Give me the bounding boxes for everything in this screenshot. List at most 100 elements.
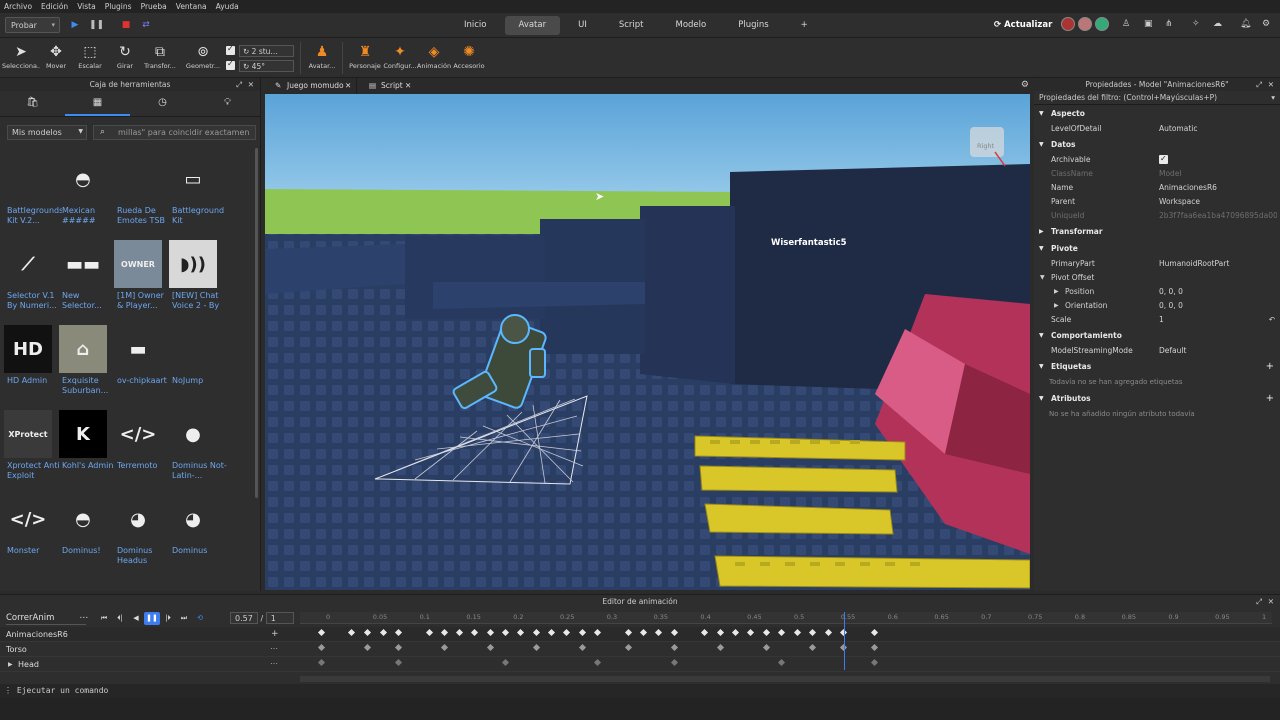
menu-archivo[interactable]: Archivo — [4, 2, 32, 11]
tool-character[interactable]: ♜ Personaje — [346, 42, 384, 70]
search-input[interactable]: ⌕ millas" para coincidir exactamen — [93, 125, 256, 140]
menu-ayuda[interactable]: Ayuda — [216, 2, 239, 11]
settings-icon[interactable]: ⚙ — [1262, 19, 1270, 29]
close-icon[interactable]: ✕ — [1268, 78, 1274, 91]
category-select[interactable]: Mis modelos ▼ — [7, 125, 87, 140]
tab-marketplace[interactable]: 🛍︎ — [0, 91, 65, 116]
next-frame-icon[interactable]: |⏵ — [160, 612, 176, 625]
prop-value[interactable]: 0, 0, 0 — [1159, 299, 1277, 313]
toolbox-item[interactable]: XProtect Xprotect Anti Exploit — [0, 410, 60, 490]
toolbox-item[interactable]: ◕ Dominus Headus — [110, 495, 165, 575]
add-tag-icon[interactable]: + — [1266, 358, 1274, 375]
category-pivote[interactable]: ▼ Pivote — [1034, 240, 1280, 257]
menu-prueba[interactable]: Prueba — [141, 2, 167, 11]
tool-select[interactable]: ➤ Selecciona... — [2, 42, 40, 70]
toolbox-item[interactable]: OWNER [1M] Owner & Player... — [110, 240, 165, 320]
tool-rotate[interactable]: ↻ Girar — [106, 42, 144, 70]
more-icon[interactable]: ⋯ — [270, 657, 278, 670]
prop-pivot-offset[interactable]: ▼ Pivot Offset — [1034, 271, 1280, 285]
chat-icon[interactable]: ▣ — [1144, 19, 1153, 29]
toolbox-item[interactable]: ▬▬ New Selector... — [55, 240, 110, 320]
cloud-icon[interactable]: ☁ — [1213, 19, 1222, 29]
angle-snap-checkbox[interactable] — [226, 59, 235, 70]
total-time-input[interactable]: 1 — [265, 612, 294, 624]
track-row-root[interactable]: AnimacionesR6 + — [0, 627, 1280, 642]
category-atributos[interactable]: ▼ Atributos + — [1034, 390, 1280, 407]
toolbox-item[interactable]: ⌂ Exquisite Suburban... — [55, 325, 110, 405]
close-icon[interactable]: ✕ — [345, 78, 351, 94]
toolbox-item[interactable]: HD HD Admin — [0, 325, 55, 405]
play-reverse-icon[interactable]: ◀ — [128, 612, 144, 625]
command-bar[interactable]: ⋮ Ejecutar un comando — [0, 684, 1280, 698]
category-etiquetas[interactable]: ▼ Etiquetas + — [1034, 358, 1280, 375]
timeline-scrollbar[interactable] — [300, 676, 1270, 682]
skip-start-icon[interactable]: ⏮ — [96, 612, 112, 625]
angle-snap-input[interactable]: ↻ 45° — [239, 59, 294, 72]
tab-game[interactable]: ✎ Juego momudo ✕ — [269, 78, 357, 94]
loop-icon[interactable]: ⟲ — [192, 612, 208, 625]
toolbox-item[interactable]: ◓ Mexican ##### — [55, 155, 110, 235]
add-friend-icon[interactable]: ♙ — [1122, 19, 1130, 29]
close-icon[interactable]: ✕ — [248, 78, 254, 91]
reset-icon[interactable]: ↶ — [1269, 313, 1275, 327]
tab-ui[interactable]: UI — [564, 16, 601, 35]
category-comportamiento[interactable]: ▼ Comportamiento — [1034, 327, 1280, 344]
prop-parent[interactable]: Parent Workspace — [1034, 195, 1280, 209]
tool-transform[interactable]: ⧉ Transfor... — [141, 42, 179, 70]
toolbox-item[interactable]: ▬ ov-chipkaart — [110, 325, 167, 405]
update-button[interactable]: ⟳ Actualizar — [994, 17, 1052, 33]
prop-value[interactable]: AnimacionesR6 — [1159, 181, 1277, 195]
tab-avatar[interactable]: Avatar — [504, 16, 561, 35]
stud-snap-checkbox[interactable] — [226, 44, 235, 55]
toolbox-item[interactable]: ◓ Dominus! — [55, 495, 110, 575]
tool-scale[interactable]: ⬚ Escalar — [71, 42, 109, 70]
animation-name-field[interactable]: CorrerAnim ⋯ — [6, 612, 89, 625]
close-icon[interactable]: ✕ — [1268, 595, 1274, 609]
prop-value[interactable]: 1 — [1159, 313, 1277, 327]
notification-icon[interactable]: 🔔︎ — [1240, 19, 1251, 29]
prop-scale[interactable]: Scale 1 ↶ — [1034, 313, 1280, 327]
prop-value[interactable]: Workspace — [1159, 195, 1277, 209]
tool-rig-config[interactable]: ✦ Configur... — [381, 42, 419, 70]
caret-right-icon[interactable]: ▶ — [8, 657, 13, 672]
timeline-ruler[interactable]: 0 0.05 0.1 0.15 0.2 0.25 0.3 0.35 0.4 0.45 0.5 0.55… — [300, 612, 1272, 624]
toolbox-item[interactable]: ◕ Dominus — [165, 495, 220, 575]
toolbox-item[interactable]: K Kohl's Admin — [55, 410, 113, 490]
assistant-icon[interactable]: ✧ — [1192, 19, 1200, 29]
tab-creations[interactable]: 💡︎ — [195, 91, 260, 116]
playhead[interactable] — [844, 612, 845, 670]
pause-icon[interactable]: ❚❚ — [89, 18, 104, 32]
tool-accessory[interactable]: ✺ Accesorio — [450, 42, 488, 70]
tab-modelo[interactable]: Modelo — [661, 16, 720, 35]
prop-value[interactable]: HumanoidRootPart — [1159, 257, 1277, 271]
current-time-input[interactable]: 0.57 — [230, 612, 258, 624]
collaborator-avatar[interactable] — [1095, 17, 1109, 31]
menu-vista[interactable]: Vista — [77, 2, 96, 11]
more-icon[interactable]: ⋯ — [80, 612, 89, 625]
play-icon[interactable]: ▶ — [68, 18, 82, 32]
prop-streaming-mode[interactable]: ModelStreamingMode Default — [1034, 344, 1280, 358]
view-cube-label[interactable]: Right — [977, 142, 994, 150]
prop-value[interactable]: 0, 0, 0 — [1159, 285, 1277, 299]
pause-icon[interactable]: ❚❚ — [144, 612, 160, 625]
toolbox-item[interactable]: ◗)) [NEW] Chat Voice 2 - By — [165, 240, 220, 320]
prop-archivable[interactable]: Archivable — [1034, 153, 1280, 167]
tab-inventory[interactable]: ▦ — [65, 91, 130, 116]
menu-edicion[interactable]: Edición — [41, 2, 68, 11]
tab-recent[interactable]: ◷ — [130, 91, 195, 116]
toolbox-item[interactable]: Rueda De Emotes TSB — [110, 155, 165, 235]
toolbox-item[interactable]: NoJump — [165, 325, 220, 405]
stop-icon[interactable]: ■ — [119, 18, 133, 32]
chevron-down-icon[interactable]: ▾ — [1271, 91, 1275, 105]
tab-inicio[interactable]: Inicio — [450, 16, 501, 35]
track-row-torso[interactable]: Torso ⋯ — [0, 642, 1280, 657]
tab-script-doc[interactable]: ▤ Script ✕ — [363, 78, 418, 94]
toolbox-item[interactable]: </> Monster — [0, 495, 55, 575]
menu-ventana[interactable]: Ventana — [176, 2, 207, 11]
tool-animation[interactable]: ◈ Animación — [415, 42, 453, 70]
share-icon[interactable]: ⋔ — [1165, 19, 1173, 29]
tool-geometry[interactable]: ⊚ Geometr... — [184, 42, 222, 70]
stud-snap-input[interactable]: ↻ 2 stu... — [239, 44, 294, 57]
archivable-checkbox[interactable] — [1159, 153, 1168, 166]
prop-level-of-detail[interactable]: LevelOfDetail Automatic — [1034, 122, 1280, 136]
